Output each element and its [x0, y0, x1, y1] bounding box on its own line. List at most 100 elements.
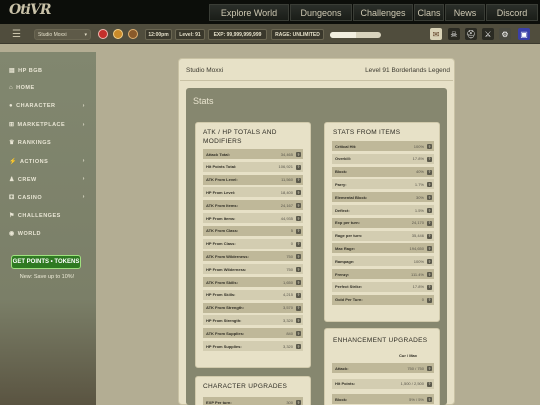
sidebar-item-actions[interactable]: ⚡ ACTIONS › [9, 154, 91, 168]
help-icon[interactable]: ? [296, 203, 301, 209]
help-icon[interactable]: ? [427, 246, 432, 252]
chevron-right-icon: › [82, 158, 85, 164]
menu-icon[interactable]: ☰ [12, 29, 21, 40]
atk-hp-row: Attack Total: 34,465? [203, 149, 303, 159]
skull-icon[interactable]: ☠ [448, 28, 460, 40]
gear-icon[interactable]: ⚙ [499, 28, 511, 40]
help-icon[interactable]: ? [296, 228, 301, 234]
nav-explore-world[interactable]: Explore World [209, 4, 289, 21]
stat-label: ATK From Supplies: [206, 330, 245, 336]
sidebar-item-label: ACTIONS [19, 158, 49, 165]
stat-value: 17.8% [412, 156, 424, 162]
help-icon[interactable]: ? [296, 318, 301, 324]
help-icon[interactable]: ? [427, 297, 432, 303]
chevron-right-icon: › [82, 103, 85, 110]
nav-discord[interactable]: Discord [486, 4, 538, 21]
help-icon[interactable]: ? [427, 397, 432, 402]
help-icon[interactable]: ? [427, 156, 432, 162]
stat-value: 18,400 [280, 189, 293, 195]
atk-hp-row: HP From Wilderness: 750? [203, 264, 303, 275]
help-icon[interactable]: ? [427, 220, 432, 226]
logo[interactable]: OtiVR [9, 2, 51, 18]
stat-label: Gold Per Turn: [335, 297, 363, 303]
stat-value: 44,935 [280, 215, 293, 221]
globe-icon: ◉ [9, 231, 15, 238]
stat-value: 34,465 [280, 151, 293, 157]
help-icon[interactable]: ? [296, 305, 301, 311]
get-points-button[interactable]: GET POINTS • TOKENS [11, 255, 81, 269]
sidebar-item-label: MARKETPLACE [17, 122, 66, 129]
scroll-icon[interactable]: ✉ [430, 28, 442, 40]
sidebar-item-crew[interactable]: ♟ CREW › [9, 172, 91, 186]
help-icon[interactable]: ? [427, 169, 432, 175]
help-icon[interactable]: ? [296, 331, 301, 337]
chevron-right-icon: › [82, 121, 85, 128]
stat-value: 111.4% [411, 271, 424, 277]
helmet-icon[interactable]: ⛑ [465, 28, 477, 40]
character-select[interactable]: Studio Moxxi ▾ [34, 29, 91, 40]
atk-hp-row: ATK From Wilderness: 750? [203, 251, 303, 262]
items-stat-row: Rage per turn: 35,446? [332, 230, 434, 241]
stat-value: 24,170 [411, 220, 424, 226]
exp-display: EXP: 99,999,999,999 [208, 29, 267, 40]
help-icon[interactable]: ? [296, 254, 301, 260]
sidebar-item-label: HP BGB [18, 67, 43, 74]
atk-hp-row: ATK From Items: 24,167? [203, 200, 303, 211]
stat-value: 0 [421, 297, 424, 303]
help-icon[interactable]: ? [427, 144, 432, 149]
character-select-value: Studio Moxxi [38, 31, 67, 38]
atk-hp-row: ATK From Level: 11,560? [203, 174, 303, 185]
items-stat-row: Parry: 1.7%? [332, 179, 434, 190]
stat-label: Attack: [335, 365, 349, 371]
help-icon[interactable]: ? [296, 344, 301, 349]
sidebar-item-home[interactable]: ⌂ HOME [9, 81, 91, 95]
help-icon[interactable]: ? [427, 259, 432, 265]
help-icon[interactable]: ? [296, 400, 301, 405]
chevron-down-icon: ▾ [84, 31, 87, 38]
nav-clans[interactable]: Clans [414, 4, 444, 21]
items-stat-row: Frenzy: 111.4%? [332, 269, 434, 279]
help-icon[interactable]: ? [296, 164, 301, 170]
help-icon[interactable]: ? [427, 195, 432, 201]
sidebar-item-world[interactable]: ◉ WORLD [9, 227, 91, 241]
nav-news[interactable]: News [445, 4, 485, 21]
chest-icon[interactable] [128, 29, 138, 39]
help-icon[interactable]: ? [296, 216, 301, 221]
help-icon[interactable]: ? [296, 292, 301, 298]
sidebar-item-rankings[interactable]: ♛ RANKINGS [9, 136, 91, 150]
book-icon[interactable]: ▣ [518, 28, 530, 40]
gold-icon[interactable] [113, 29, 123, 39]
help-icon[interactable]: ? [427, 233, 432, 239]
help-icon[interactable]: ? [427, 284, 432, 290]
top-bar: OtiVR Explore World Dungeons Challenges … [0, 0, 540, 24]
nav-dungeons[interactable]: Dungeons [290, 4, 352, 21]
crossed-swords-icon[interactable]: ⚔ [482, 28, 494, 40]
sidebar-item-marketplace[interactable]: ⊞ MARKETPLACE › [9, 118, 91, 132]
help-icon[interactable]: ? [296, 177, 301, 183]
rage-display: RAGE: UNLIMITED [271, 29, 324, 40]
nav-challenges[interactable]: Challenges [353, 4, 413, 21]
sidebar-item-challenges[interactable]: ⚑ CHALLENGES [9, 209, 91, 223]
help-icon[interactable]: ? [296, 267, 301, 273]
cart-icon: ⊞ [9, 122, 15, 129]
help-icon[interactable]: ? [296, 280, 301, 285]
flag-icon: ⚑ [9, 213, 15, 220]
sidebar-item-casino[interactable]: ⚃ CASINO › [9, 190, 91, 204]
help-icon[interactable]: ? [296, 152, 301, 157]
help-icon[interactable]: ? [427, 182, 432, 188]
chevron-right-icon: › [82, 176, 85, 183]
help-icon[interactable]: ? [296, 190, 301, 196]
sidebar-item-hp-bgb[interactable]: ▤ HP BGB [9, 63, 91, 77]
health-potion-icon[interactable] [98, 29, 108, 39]
help-icon[interactable]: ? [427, 381, 432, 387]
dice-icon: ⚃ [9, 194, 15, 201]
sidebar-item-character[interactable]: ● CHARACTER › [9, 99, 91, 113]
items-stat-row: Max Rage: 194,650? [332, 243, 434, 254]
help-icon[interactable]: ? [427, 272, 432, 277]
chevron-right-icon: › [82, 194, 85, 201]
help-icon[interactable]: ? [427, 208, 432, 213]
stat-label: HP From Wilderness: [206, 266, 247, 272]
help-icon[interactable]: ? [296, 241, 301, 247]
items-stat-row: Elemental Block: 30%? [332, 192, 434, 203]
help-icon[interactable]: ? [427, 366, 432, 371]
